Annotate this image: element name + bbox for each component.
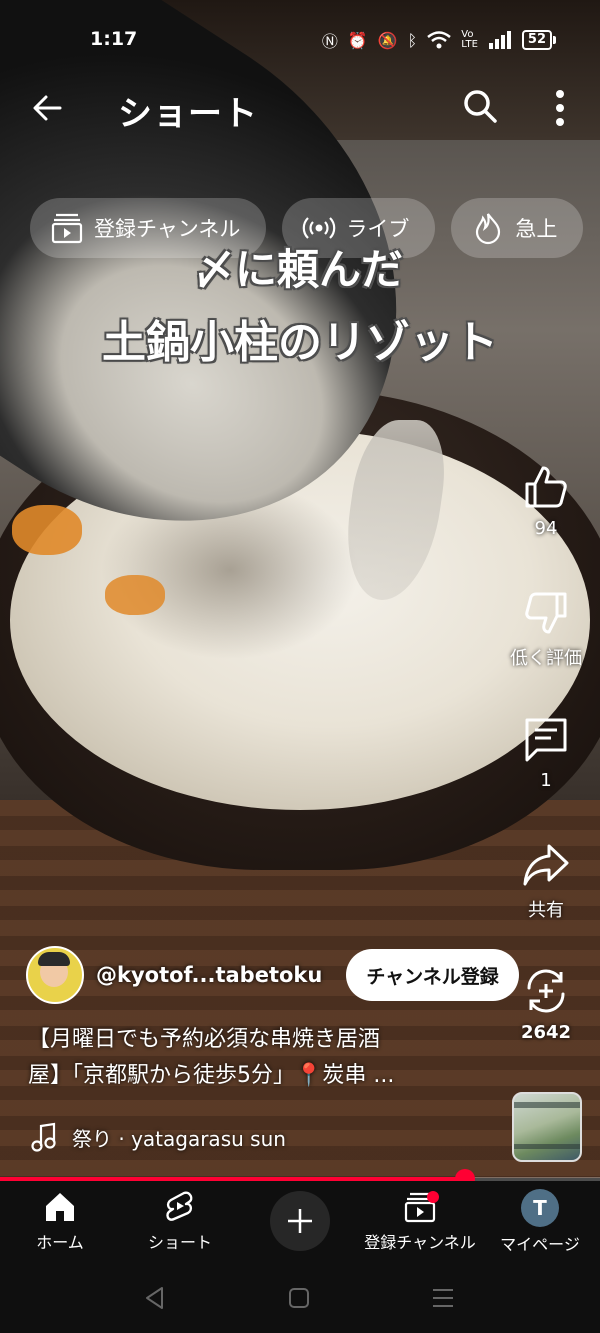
video-carrot — [105, 575, 165, 615]
like-button[interactable]: 94 — [500, 462, 592, 539]
status-time: 1:17 — [90, 28, 138, 50]
system-home-icon[interactable] — [286, 1285, 312, 1311]
description-line2: 屋】「京都駅から徒歩5分」📍炭串 ... — [28, 1063, 395, 1088]
share-button[interactable]: 共有 — [500, 840, 592, 922]
subscribe-button[interactable]: チャンネル登録 — [346, 949, 519, 1001]
nav-subscriptions-label: 登録チャンネル — [364, 1233, 476, 1252]
music-title: 祭り · yatagarasu sun — [72, 1126, 286, 1151]
system-back-icon[interactable] — [142, 1285, 168, 1311]
like-count: 94 — [534, 518, 558, 539]
dislike-button[interactable]: 低く評価 — [500, 588, 592, 670]
thumbs-down-icon — [525, 592, 567, 634]
music-note-icon — [31, 1122, 56, 1152]
comment-icon — [525, 718, 567, 762]
nav-home-label: ホーム — [36, 1233, 84, 1252]
mute-icon: 🔕 — [377, 30, 398, 50]
nav-you[interactable]: T マイページ — [480, 1189, 600, 1255]
nav-shorts-label: ショート — [147, 1233, 212, 1252]
wifi-icon — [427, 31, 452, 49]
channel-avatar[interactable] — [26, 946, 84, 1004]
remix-count: 2642 — [520, 1022, 572, 1043]
channel-row: @kyotof...tabetoku チャンネル登録 — [26, 946, 519, 1004]
shorts-icon — [166, 1191, 193, 1221]
system-nav-bar — [0, 1263, 600, 1333]
create-button[interactable] — [270, 1191, 330, 1251]
back-arrow-icon[interactable] — [30, 90, 66, 126]
video-carrot — [12, 505, 82, 555]
music-row[interactable]: 祭り · yatagarasu sun — [30, 1122, 286, 1152]
system-recents-icon[interactable] — [430, 1285, 456, 1311]
page-title: ショート — [118, 94, 258, 134]
header: ショート — [0, 80, 600, 140]
bottom-nav: ホーム ショート 登録チャンネル T マイページ — [0, 1181, 600, 1263]
comment-count: 1 — [540, 770, 552, 791]
nav-subscriptions[interactable]: 登録チャンネル — [360, 1189, 480, 1253]
battery-level: 52 — [521, 30, 552, 50]
nav-home[interactable]: ホーム — [0, 1189, 120, 1253]
plus-icon — [288, 1209, 312, 1233]
search-icon[interactable] — [462, 88, 498, 124]
channel-handle[interactable]: @kyotof...tabetoku — [96, 963, 322, 987]
home-icon — [46, 1193, 74, 1221]
status-bar: 1:17 Ⓝ ⏰ 🔕 ᛒ Vo LTE 52 — [0, 0, 600, 80]
comments-button[interactable]: 1 — [500, 714, 592, 791]
more-options-icon[interactable] — [548, 88, 572, 128]
notification-dot — [427, 1191, 439, 1203]
signal-icon — [488, 31, 511, 49]
remix-icon — [527, 969, 565, 1013]
volte-icon: Vo LTE — [461, 29, 478, 50]
thumbs-up-icon — [525, 466, 567, 508]
battery-icon: 52 — [521, 30, 556, 50]
description-line1: 【月曜日でも予約必須な串焼き居酒 — [28, 1027, 381, 1052]
account-avatar: T — [521, 1189, 559, 1227]
share-icon — [523, 844, 569, 886]
share-label: 共有 — [528, 900, 564, 921]
video-caption-line2: 土鍋小柱のリゾット — [102, 317, 498, 368]
sound-thumbnail[interactable] — [512, 1092, 582, 1162]
alarm-icon: ⏰ — [347, 30, 368, 50]
bluetooth-icon: ᛒ — [407, 30, 418, 50]
dislike-label: 低く評価 — [510, 648, 582, 669]
video-caption-line1: 〆に頼んだ — [192, 245, 403, 294]
nav-shorts[interactable]: ショート — [120, 1189, 240, 1253]
video-description[interactable]: 【月曜日でも予約必須な串焼き居酒 屋】「京都駅から徒歩5分」📍炭串 ... — [28, 1022, 488, 1094]
nfc-icon: Ⓝ — [321, 32, 338, 51]
status-icons: Ⓝ ⏰ 🔕 ᛒ Vo LTE 52 — [322, 28, 556, 52]
nav-you-label: マイページ — [500, 1235, 580, 1254]
